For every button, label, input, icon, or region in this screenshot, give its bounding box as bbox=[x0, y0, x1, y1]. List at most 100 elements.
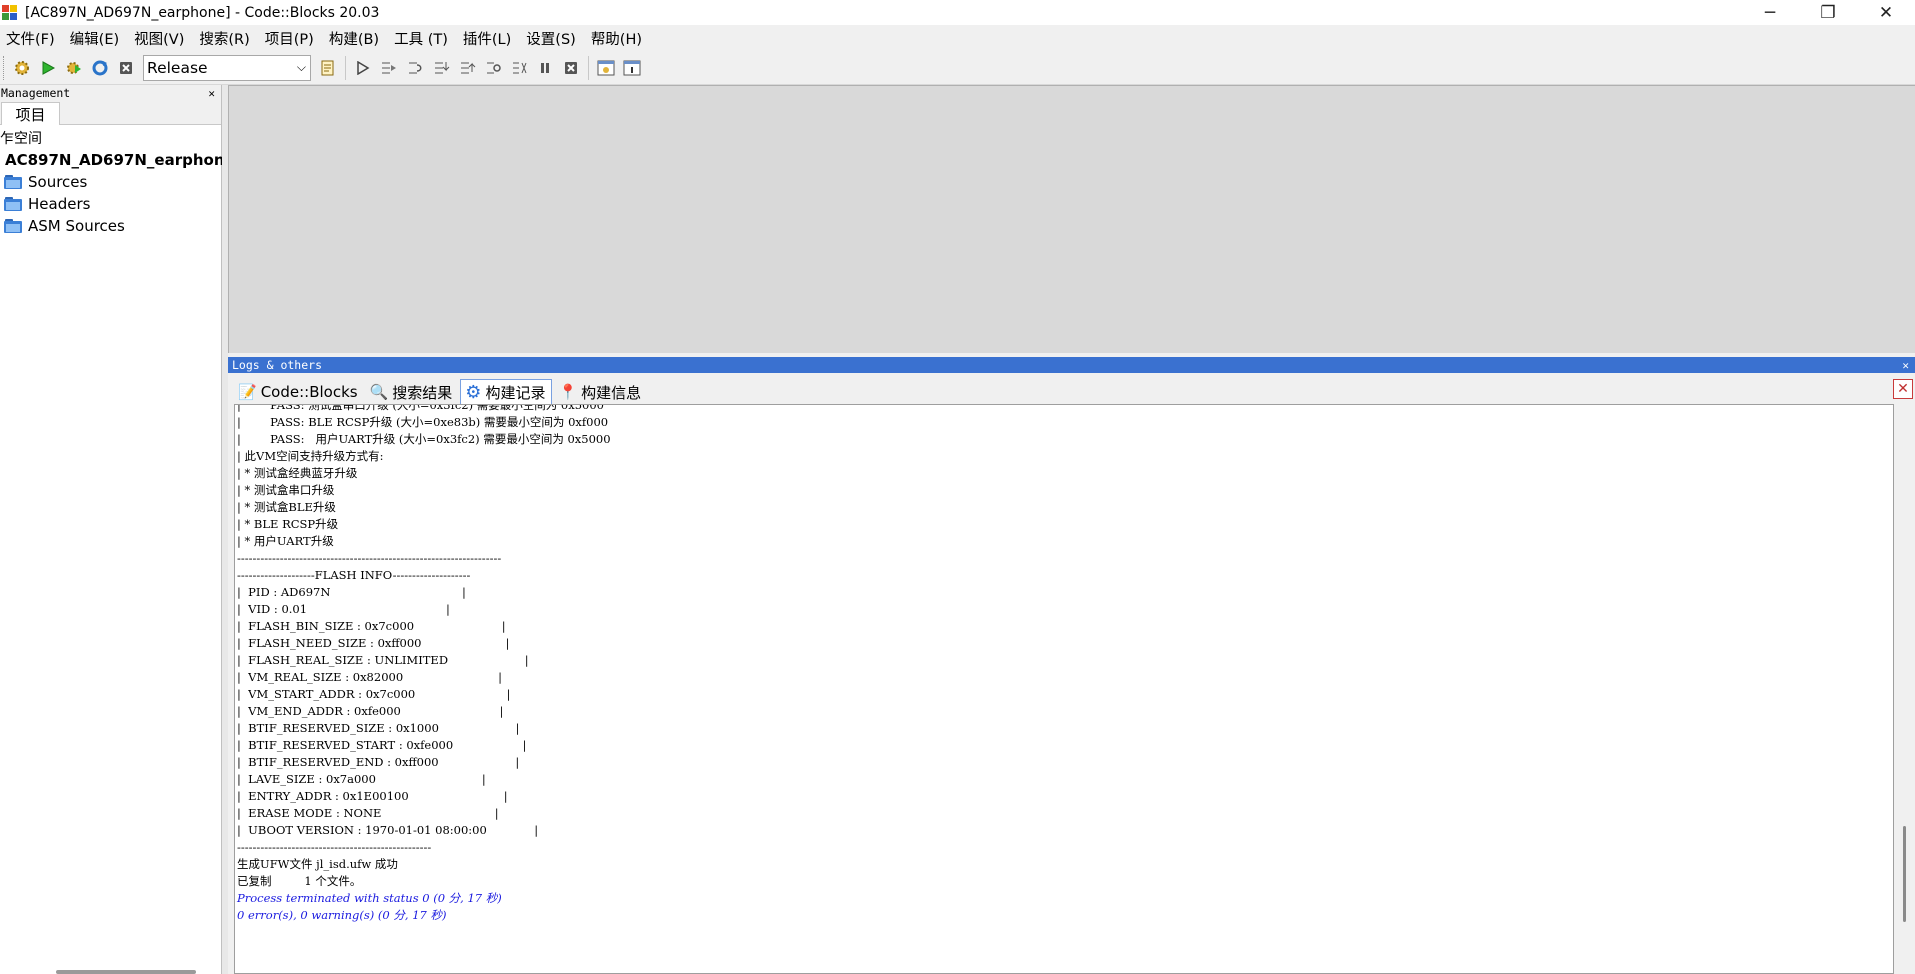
next-line-button[interactable] bbox=[402, 55, 428, 81]
menu-settings[interactable]: 设置(S) bbox=[520, 28, 585, 49]
log-line: | BTIF_RESERVED_SIZE : 0x1000 | bbox=[237, 721, 520, 735]
log-line: | * 测试盒经典蓝牙升级 bbox=[237, 466, 358, 480]
pause-button[interactable] bbox=[532, 55, 558, 81]
menu-plugins[interactable]: 插件(L) bbox=[457, 28, 520, 49]
tab-label: 搜索结果 bbox=[392, 383, 453, 402]
log-line: | VID : 0.01 | bbox=[237, 602, 450, 616]
step-into-instruction-icon bbox=[513, 62, 527, 73]
log-line: --------------------FLASH INFO----------… bbox=[237, 568, 471, 582]
minimize-button[interactable]: ─ bbox=[1741, 0, 1799, 25]
step-into-instruction-button[interactable] bbox=[506, 55, 532, 81]
logs-panel: Logs & others ✕ 📝 Code::Blocks 🔍 搜索结果 ⚙ … bbox=[228, 357, 1915, 974]
gear-build-icon bbox=[15, 60, 29, 75]
build-target-select[interactable]: Release ⌵ bbox=[143, 54, 311, 81]
close-log-tab-button[interactable]: ✕ bbox=[1893, 379, 1913, 399]
menu-project[interactable]: 项目(P) bbox=[259, 28, 323, 49]
menu-search[interactable]: 搜索(R) bbox=[193, 28, 258, 49]
info-window-icon bbox=[623, 60, 641, 75]
log-line: | * 用户UART升级 bbox=[237, 534, 334, 548]
close-icon[interactable]: ✕ bbox=[1902, 359, 1909, 372]
stop-debug-button[interactable] bbox=[558, 55, 584, 81]
log-line: | UBOOT VERSION : 1970-01-01 08:00:00 | bbox=[237, 823, 539, 837]
log-line: | VM_REAL_SIZE : 0x82000 | bbox=[237, 670, 503, 684]
tab-codeblocks-log[interactable]: 📝 Code::Blocks bbox=[234, 380, 364, 404]
tree-folder-sources[interactable]: Sources bbox=[0, 171, 221, 193]
abort-button[interactable] bbox=[113, 55, 139, 81]
log-line: | 此VM空间支持升级方式有: bbox=[237, 449, 384, 463]
build-log-text: | PASS: 测试盒串口升级 (大小=0x3fc2) 需要最小空间为 0x50… bbox=[237, 404, 611, 924]
log-line: | LAVE_SIZE : 0x7a000 | bbox=[237, 772, 486, 786]
log-line: | PASS: 测试盒串口升级 (大小=0x3fc2) 需要最小空间为 0x50… bbox=[237, 404, 604, 412]
abort-icon bbox=[120, 61, 132, 74]
log-line: | * 测试盒串口升级 bbox=[237, 483, 335, 497]
tree-folder-headers[interactable]: Headers bbox=[0, 193, 221, 215]
rebuild-button[interactable] bbox=[87, 55, 113, 81]
codeblocks-logo-icon bbox=[2, 4, 18, 21]
log-line: | * BLE RCSP升级 bbox=[237, 517, 339, 531]
log-line: | FLASH_REAL_SIZE : UNLIMITED | bbox=[237, 653, 529, 667]
log-tabs: 📝 Code::Blocks 🔍 搜索结果 ⚙ 构建记录 📍 构建信息 bbox=[234, 378, 649, 404]
tab-search-results[interactable]: 🔍 搜索结果 bbox=[366, 380, 459, 404]
build-target-value: Release bbox=[147, 58, 208, 77]
run-to-cursor-icon bbox=[382, 62, 396, 73]
various-info-button[interactable] bbox=[619, 55, 645, 81]
build-log-output[interactable]: | PASS: 测试盒串口升级 (大小=0x3fc2) 需要最小空间为 0x50… bbox=[234, 404, 1894, 974]
menu-file[interactable]: 文件(F) bbox=[0, 28, 64, 49]
log-line: | VM_START_ADDR : 0x7c000 | bbox=[237, 687, 511, 701]
log-line: | BTIF_RESERVED_END : 0xff000 | bbox=[237, 755, 520, 769]
tree-folder-asm-sources[interactable]: ASM Sources bbox=[0, 215, 221, 237]
folder-icon bbox=[4, 196, 24, 212]
project-tree: 乍空间 AC897N_AD697N_earphone Sources Heade… bbox=[0, 125, 235, 237]
show-target-dialog-button[interactable] bbox=[315, 55, 341, 81]
tree-project[interactable]: AC897N_AD697N_earphone bbox=[0, 149, 235, 171]
run-button[interactable] bbox=[35, 55, 61, 81]
scrollbar-thumb[interactable] bbox=[1903, 826, 1906, 922]
step-out-button[interactable] bbox=[454, 55, 480, 81]
tree-workspace[interactable]: 乍空间 bbox=[0, 127, 221, 149]
debug-windows-icon bbox=[597, 60, 615, 75]
log-status-line: 0 error(s), 0 warning(s) (0 分, 17 秒) bbox=[237, 908, 447, 922]
horizontal-scrollbar[interactable] bbox=[56, 970, 196, 974]
window-title: [AC897N_AD697N_earphone] - Code::Blocks … bbox=[25, 4, 380, 21]
debug-windows-button[interactable] bbox=[593, 55, 619, 81]
debug-start-button[interactable] bbox=[350, 55, 376, 81]
step-into-button[interactable] bbox=[428, 55, 454, 81]
vertical-scrollbar[interactable] bbox=[1894, 404, 1915, 974]
next-instruction-button[interactable] bbox=[480, 55, 506, 81]
menu-build[interactable]: 构建(B) bbox=[323, 28, 388, 49]
log-line: ----------------------------------------… bbox=[237, 551, 502, 565]
build-and-run-button[interactable] bbox=[61, 55, 87, 81]
log-line: | FLASH_BIN_SIZE : 0x7c000 | bbox=[237, 619, 506, 633]
log-line: | BTIF_RESERVED_START : 0xfe000 | bbox=[237, 738, 527, 752]
menu-edit[interactable]: 编辑(E) bbox=[64, 28, 128, 49]
toolbar-grip[interactable] bbox=[3, 55, 6, 80]
log-line: | ERASE MODE : NONE | bbox=[237, 806, 499, 820]
tab-label: 构建信息 bbox=[581, 383, 642, 402]
maximize-button[interactable]: ❐ bbox=[1799, 0, 1857, 25]
build-button[interactable] bbox=[9, 55, 35, 81]
menu-help[interactable]: 帮助(H) bbox=[585, 28, 651, 49]
tree-folder-label: ASM Sources bbox=[28, 217, 125, 235]
next-instruction-icon bbox=[487, 62, 501, 73]
management-header: Management ✕ bbox=[0, 85, 221, 101]
run-to-cursor-button[interactable] bbox=[376, 55, 402, 81]
log-line: ----------------------------------------… bbox=[237, 840, 432, 854]
logs-header: Logs & others ✕ bbox=[228, 357, 1915, 373]
management-title: Management bbox=[1, 86, 71, 100]
close-icon[interactable]: ✕ bbox=[208, 87, 215, 100]
close-window-button[interactable]: ✕ bbox=[1857, 0, 1915, 25]
management-tabs: 项目 bbox=[0, 101, 221, 125]
stop-icon bbox=[565, 61, 577, 74]
menu-tools[interactable]: 工具 (T) bbox=[388, 28, 457, 49]
tab-build-messages[interactable]: 📍 构建信息 bbox=[554, 380, 647, 404]
notepad-icon: 📝 bbox=[238, 383, 257, 401]
chevron-down-icon: ⌵ bbox=[296, 60, 306, 74]
next-line-icon bbox=[409, 62, 422, 73]
debug-play-icon bbox=[357, 60, 370, 75]
menu-bar: 文件(F) 编辑(E) 视图(V) 搜索(R) 项目(P) 构建(B) 工具 (… bbox=[0, 26, 1915, 51]
menu-view[interactable]: 视图(V) bbox=[128, 28, 193, 49]
tab-build-log[interactable]: ⚙ 构建记录 bbox=[460, 379, 553, 404]
tab-projects[interactable]: 项目 bbox=[1, 102, 60, 125]
rebuild-icon bbox=[92, 60, 108, 75]
editor-area[interactable] bbox=[228, 85, 1915, 353]
